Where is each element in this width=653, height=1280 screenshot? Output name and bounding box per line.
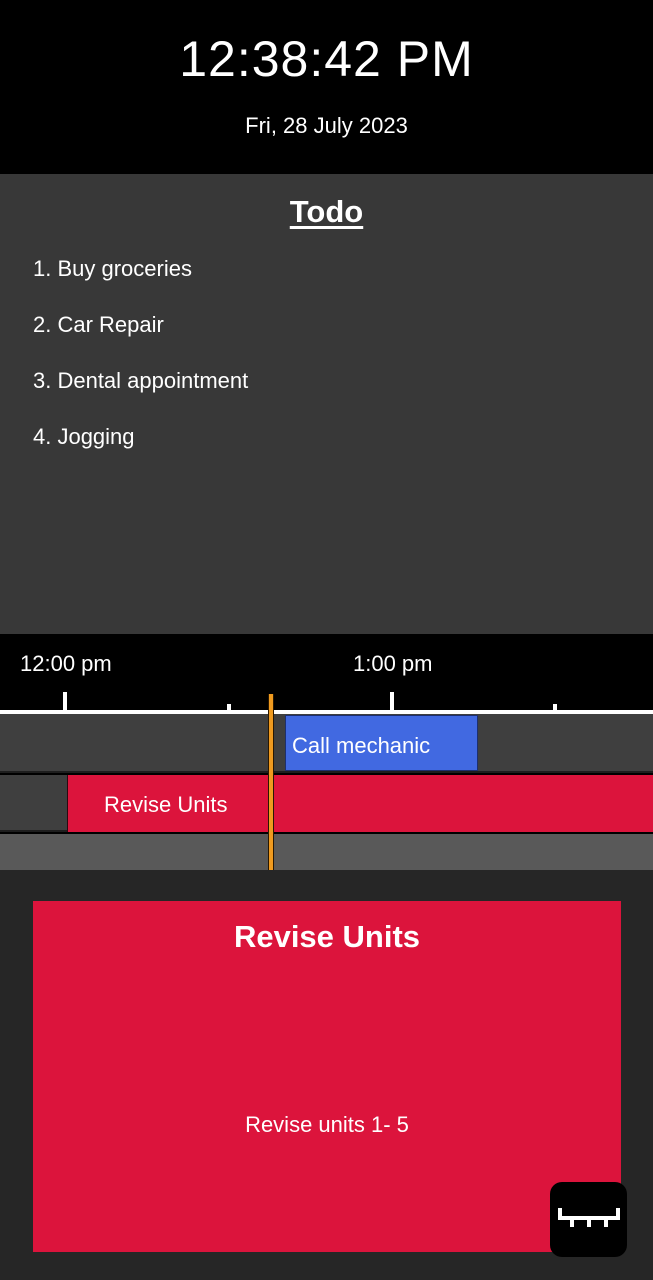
hour-label-1pm: 1:00 pm [353, 651, 433, 676]
hour-tick [63, 692, 67, 712]
event-detail-card[interactable]: Revise Units Revise units 1- 5 [33, 901, 621, 1252]
event-call-mechanic[interactable]: Call mechanic [285, 715, 478, 771]
timeline-view-button[interactable] [550, 1182, 627, 1257]
timeline-lane [0, 834, 653, 870]
event-detail-description: Revise units 1- 5 [245, 1112, 409, 1137]
todo-list: 1. Buy groceries 2. Car Repair 3. Dental… [33, 256, 248, 480]
clock-date: Fri, 28 July 2023 [245, 113, 408, 138]
timeline-lane: Revise Units [0, 775, 653, 832]
clock-time: 12:38:42 PM [179, 31, 474, 87]
todo-item[interactable]: 2. Car Repair [33, 312, 248, 368]
event-detail-title: Revise Units [233, 919, 421, 954]
todo-item[interactable]: 1. Buy groceries [33, 256, 248, 312]
todo-title: Todo [289, 194, 364, 229]
timeline[interactable]: 12:00 pm 1:00 pm Call mechanic Revise Un… [0, 634, 653, 870]
todo-item[interactable]: 4. Jogging [33, 424, 248, 480]
todo-item[interactable]: 3. Dental appointment [33, 368, 248, 424]
event-revise-units[interactable]: Revise Units [67, 775, 653, 832]
clock-header: 12:38:42 PM Fri, 28 July 2023 [0, 0, 653, 174]
hour-tick [390, 692, 394, 712]
timeline-ruler-icon [558, 1208, 620, 1227]
timeline-lane: Call mechanic [0, 714, 653, 773]
hour-label-12pm: 12:00 pm [20, 651, 112, 676]
todo-panel: Todo 1. Buy groceries 2. Car Repair 3. D… [0, 174, 653, 634]
current-time-indicator [268, 694, 274, 870]
